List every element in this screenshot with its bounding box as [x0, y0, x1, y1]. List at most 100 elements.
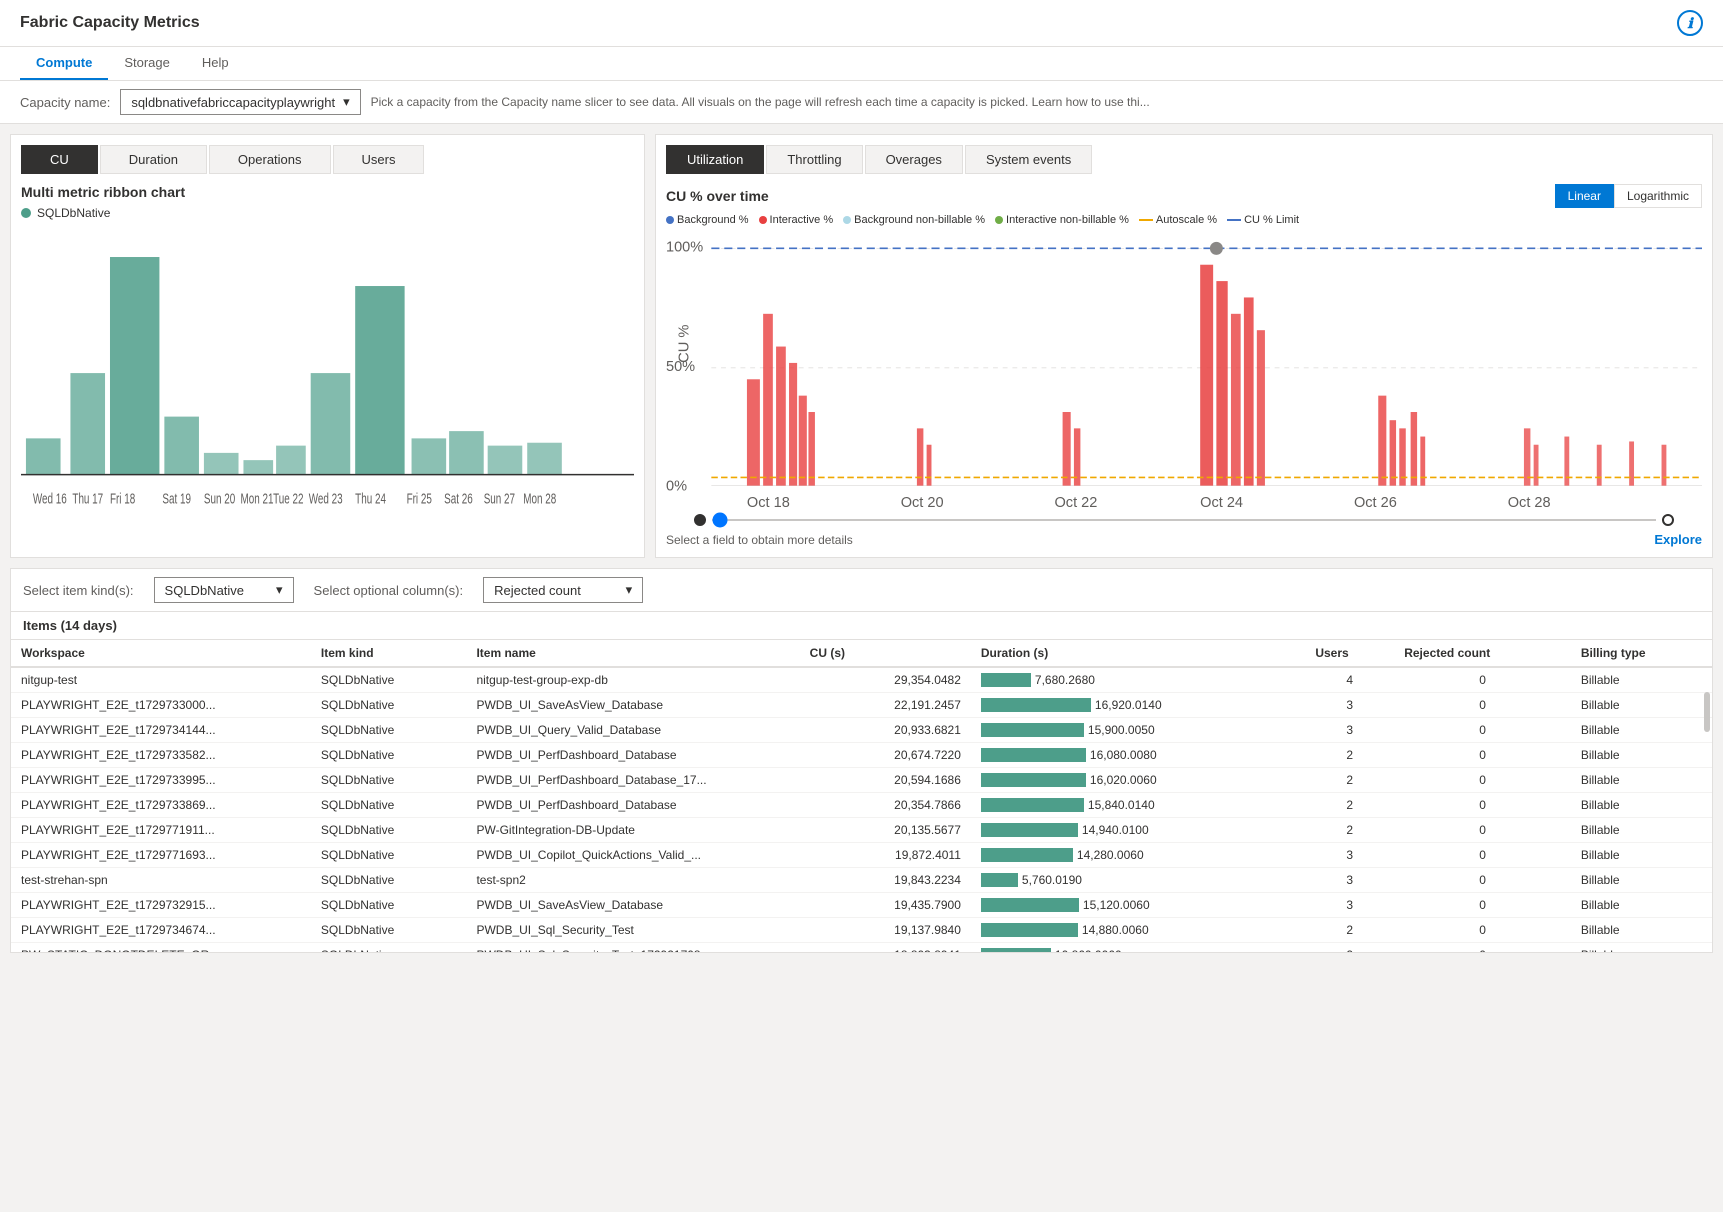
- svg-text:Oct 28: Oct 28: [1508, 495, 1551, 510]
- cell-duration: 14,880.0060: [971, 918, 1305, 943]
- cell-cu: 20,674.7220: [800, 743, 971, 768]
- linear-scale-button[interactable]: Linear: [1555, 184, 1614, 208]
- cell-cu: 19,872.4011: [800, 843, 971, 868]
- cell-billing: Billable: [1571, 818, 1712, 843]
- cell-workspace: PLAYWRIGHT_E2E_t1729733000...: [11, 693, 311, 718]
- svg-text:Wed 16: Wed 16: [33, 491, 67, 507]
- cell-duration: 16,920.0140: [971, 693, 1305, 718]
- svg-text:CU %: CU %: [677, 325, 693, 363]
- svg-text:Oct 20: Oct 20: [901, 495, 944, 510]
- svg-text:0%: 0%: [666, 478, 687, 494]
- cell-rejected: 0: [1394, 793, 1571, 818]
- col-billing: Billing type: [1571, 640, 1712, 667]
- cell-rejected: 0: [1394, 868, 1571, 893]
- cell-workspace: PLAYWRIGHT_E2E_t1729771911...: [11, 818, 311, 843]
- cell-item-kind: SQLDbNative: [311, 893, 467, 918]
- svg-text:Sat 19: Sat 19: [162, 491, 191, 507]
- table-section: Items (14 days) Workspace Item kind Item…: [11, 612, 1712, 952]
- cell-billing: Billable: [1571, 667, 1712, 693]
- tab-users[interactable]: Users: [333, 145, 425, 174]
- svg-text:Sun 27: Sun 27: [484, 491, 515, 507]
- cell-users: 2: [1305, 818, 1394, 843]
- cell-duration: 15,120.0060: [971, 893, 1305, 918]
- cell-billing: Billable: [1571, 743, 1712, 768]
- cell-rejected: 0: [1394, 693, 1571, 718]
- cell-billing: Billable: [1571, 768, 1712, 793]
- legend-interactive: Interactive %: [759, 214, 834, 226]
- tab-operations[interactable]: Operations: [209, 145, 331, 174]
- table-row: PW_STATIC_DONOTDELETE_OR_... SQLDbNative…: [11, 943, 1712, 953]
- cell-duration: 16,020.0060: [971, 768, 1305, 793]
- table-row: PLAYWRIGHT_E2E_t1729733869... SQLDbNativ…: [11, 793, 1712, 818]
- info-icon[interactable]: ℹ: [1677, 10, 1703, 36]
- column-value: Rejected count: [494, 583, 581, 598]
- table-row: PLAYWRIGHT_E2E_t1729734674... SQLDbNativ…: [11, 918, 1712, 943]
- cell-item-name: PWDB_UI_SaveAsView_Database: [466, 893, 799, 918]
- tab-throttling[interactable]: Throttling: [766, 145, 862, 174]
- col-rejected: Rejected count: [1394, 640, 1571, 667]
- cell-rejected: 0: [1394, 667, 1571, 693]
- cell-item-name: PW-GitIntegration-DB-Update: [466, 818, 799, 843]
- table-row: PLAYWRIGHT_E2E_t1729734144... SQLDbNativ…: [11, 718, 1712, 743]
- legend-label: SQLDbNative: [37, 206, 110, 220]
- svg-text:Fri 18: Fri 18: [110, 491, 135, 507]
- cell-item-kind: SQLDbNative: [311, 693, 467, 718]
- chart-legend: Background % Interactive % Background no…: [666, 214, 1702, 226]
- scrollbar[interactable]: [1704, 692, 1710, 732]
- chart-slider-row[interactable]: [666, 510, 1702, 526]
- cell-item-kind: SQLDbNative: [311, 868, 467, 893]
- tab-help[interactable]: Help: [186, 47, 245, 80]
- tab-system-events[interactable]: System events: [965, 145, 1092, 174]
- col-cu: CU (s): [800, 640, 971, 667]
- item-kind-value: SQLDbNative: [165, 583, 244, 598]
- cell-item-kind: SQLDbNative: [311, 718, 467, 743]
- tab-overages[interactable]: Overages: [865, 145, 963, 174]
- logarithmic-scale-button[interactable]: Logarithmic: [1614, 184, 1702, 208]
- cell-cu: 22,191.2457: [800, 693, 971, 718]
- svg-text:Oct 24: Oct 24: [1200, 495, 1243, 510]
- cell-workspace: PLAYWRIGHT_E2E_t1729733995...: [11, 768, 311, 793]
- tab-cu[interactable]: CU: [21, 145, 98, 174]
- cell-item-name: PWDB_UI_PerfDashboard_Database: [466, 793, 799, 818]
- cell-users: 2: [1305, 768, 1394, 793]
- chart-range-slider[interactable]: [712, 519, 1656, 521]
- cu-chart-title: CU % over time: [666, 188, 769, 204]
- tab-storage[interactable]: Storage: [108, 47, 186, 80]
- col-duration: Duration (s): [971, 640, 1305, 667]
- svg-text:Sat 26: Sat 26: [444, 491, 473, 507]
- svg-text:Thu 17: Thu 17: [72, 491, 103, 507]
- svg-text:Tue 22: Tue 22: [273, 491, 303, 507]
- cell-billing: Billable: [1571, 918, 1712, 943]
- tab-compute[interactable]: Compute: [20, 47, 108, 80]
- capacity-dropdown[interactable]: sqldbnativefabriccapacityplaywright ▾: [120, 89, 360, 115]
- tab-utilization[interactable]: Utilization: [666, 145, 764, 174]
- table-row: PLAYWRIGHT_E2E_t1729771911... SQLDbNativ…: [11, 818, 1712, 843]
- tab-duration[interactable]: Duration: [100, 145, 207, 174]
- column-filter-label: Select optional column(s):: [314, 583, 464, 598]
- capacity-value: sqldbnativefabriccapacityplaywright: [131, 95, 335, 110]
- cell-duration: 16,080.0080: [971, 743, 1305, 768]
- metric-tabs: CU Duration Operations Users: [21, 145, 634, 174]
- cell-rejected: 0: [1394, 768, 1571, 793]
- col-workspace: Workspace: [11, 640, 311, 667]
- cell-duration: 15,900.0050: [971, 718, 1305, 743]
- cell-cu: 29,354.0482: [800, 667, 971, 693]
- cell-item-name: test-spn2: [466, 868, 799, 893]
- item-kind-dropdown[interactable]: SQLDbNative ▾: [154, 577, 294, 603]
- chevron-down-icon: ▾: [626, 582, 633, 598]
- app-title: Fabric Capacity Metrics: [20, 14, 200, 32]
- cell-users: 2: [1305, 943, 1394, 953]
- cell-cu: 18,803.8941: [800, 943, 971, 953]
- cell-cu: 20,354.7866: [800, 793, 971, 818]
- util-tabs: Utilization Throttling Overages System e…: [666, 145, 1702, 174]
- explore-hint-text: Select a field to obtain more details: [666, 533, 853, 547]
- cell-cu: 20,594.1686: [800, 768, 971, 793]
- chevron-down-icon: ▾: [276, 582, 283, 598]
- cu-chart: 100% 50% 0%: [666, 232, 1702, 510]
- table-section-title: Items (14 days): [11, 612, 1712, 640]
- explore-link[interactable]: Explore: [1654, 532, 1702, 547]
- column-dropdown[interactable]: Rejected count ▾: [483, 577, 643, 603]
- legend-background: Background %: [666, 214, 749, 226]
- svg-text:Fri 25: Fri 25: [407, 491, 432, 507]
- cell-duration: 10,860.0060: [971, 943, 1305, 953]
